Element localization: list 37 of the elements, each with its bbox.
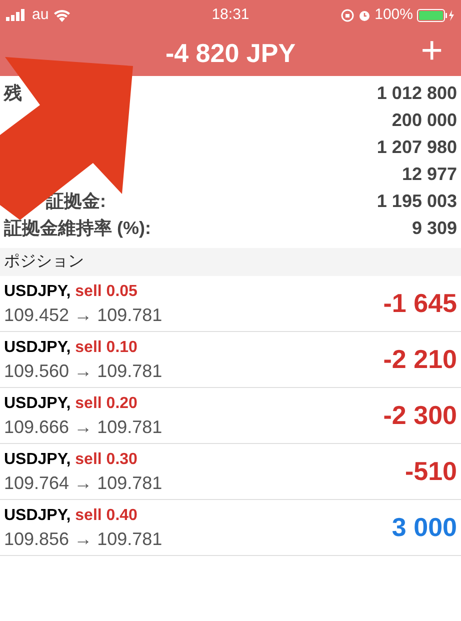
summary-value: 1 207 980 — [376, 136, 457, 159]
summary-value: 1 012 800 — [376, 82, 457, 105]
position-profit: -1 645 — [383, 287, 457, 320]
wifi-icon — [52, 8, 71, 22]
summary-label: 証拠金維持率 (%): — [4, 217, 151, 240]
position-prices: 109.856 → 109.781 — [4, 528, 162, 550]
position-prices: 109.666 → 109.781 — [4, 416, 162, 438]
position-profit: -510 — [404, 455, 457, 488]
battery-percent: 100% — [374, 4, 413, 25]
battery-charging-icon — [416, 8, 455, 22]
position-row[interactable]: USDJPY, sell 0.40 109.856 → 109.781 3 000 — [0, 500, 461, 556]
alarm-icon — [358, 8, 371, 22]
header-title: -4 820 JPY — [165, 36, 296, 70]
summary-value: 1 195 003 — [376, 190, 457, 213]
position-profit: 3 000 — [392, 511, 457, 544]
position-title: USDJPY, sell 0.20 — [4, 394, 138, 414]
position-prices: 109.764 → 109.781 — [4, 472, 162, 494]
position-profit: -2 210 — [383, 343, 457, 376]
position-title: USDJPY, sell 0.30 — [4, 450, 138, 470]
position-title: USDJPY, sell 0.05 — [4, 282, 138, 302]
position-title: USDJPY, sell 0.10 — [4, 338, 138, 358]
section-header: ポジション — [4, 252, 84, 272]
position-profit: -2 300 — [383, 399, 457, 432]
carrier: au — [32, 4, 49, 25]
clock: 18:31 — [212, 4, 250, 25]
position-row[interactable]: USDJPY, sell 0.30 109.764 → 109.781 -510 — [0, 444, 461, 500]
rotation-lock-icon — [340, 8, 354, 22]
position-prices: 109.452 → 109.781 — [4, 304, 162, 326]
summary-label: 残 — [4, 82, 22, 105]
position-row[interactable]: USDJPY, sell 0.10 109.560 → 109.781 -2 210 — [0, 332, 461, 388]
summary-value: 9 309 — [412, 217, 457, 240]
position-title: USDJPY, sell 0.40 — [4, 506, 138, 526]
position-prices: 109.560 → 109.781 — [4, 360, 162, 382]
position-row[interactable]: USDJPY, sell 0.20 109.666 → 109.781 -2 300 — [0, 388, 461, 444]
summary-value: 200 000 — [392, 109, 457, 132]
summary-value: 12 977 — [402, 163, 457, 186]
position-row[interactable]: USDJPY, sell 0.05 109.452 → 109.781 -1 645 — [0, 276, 461, 332]
